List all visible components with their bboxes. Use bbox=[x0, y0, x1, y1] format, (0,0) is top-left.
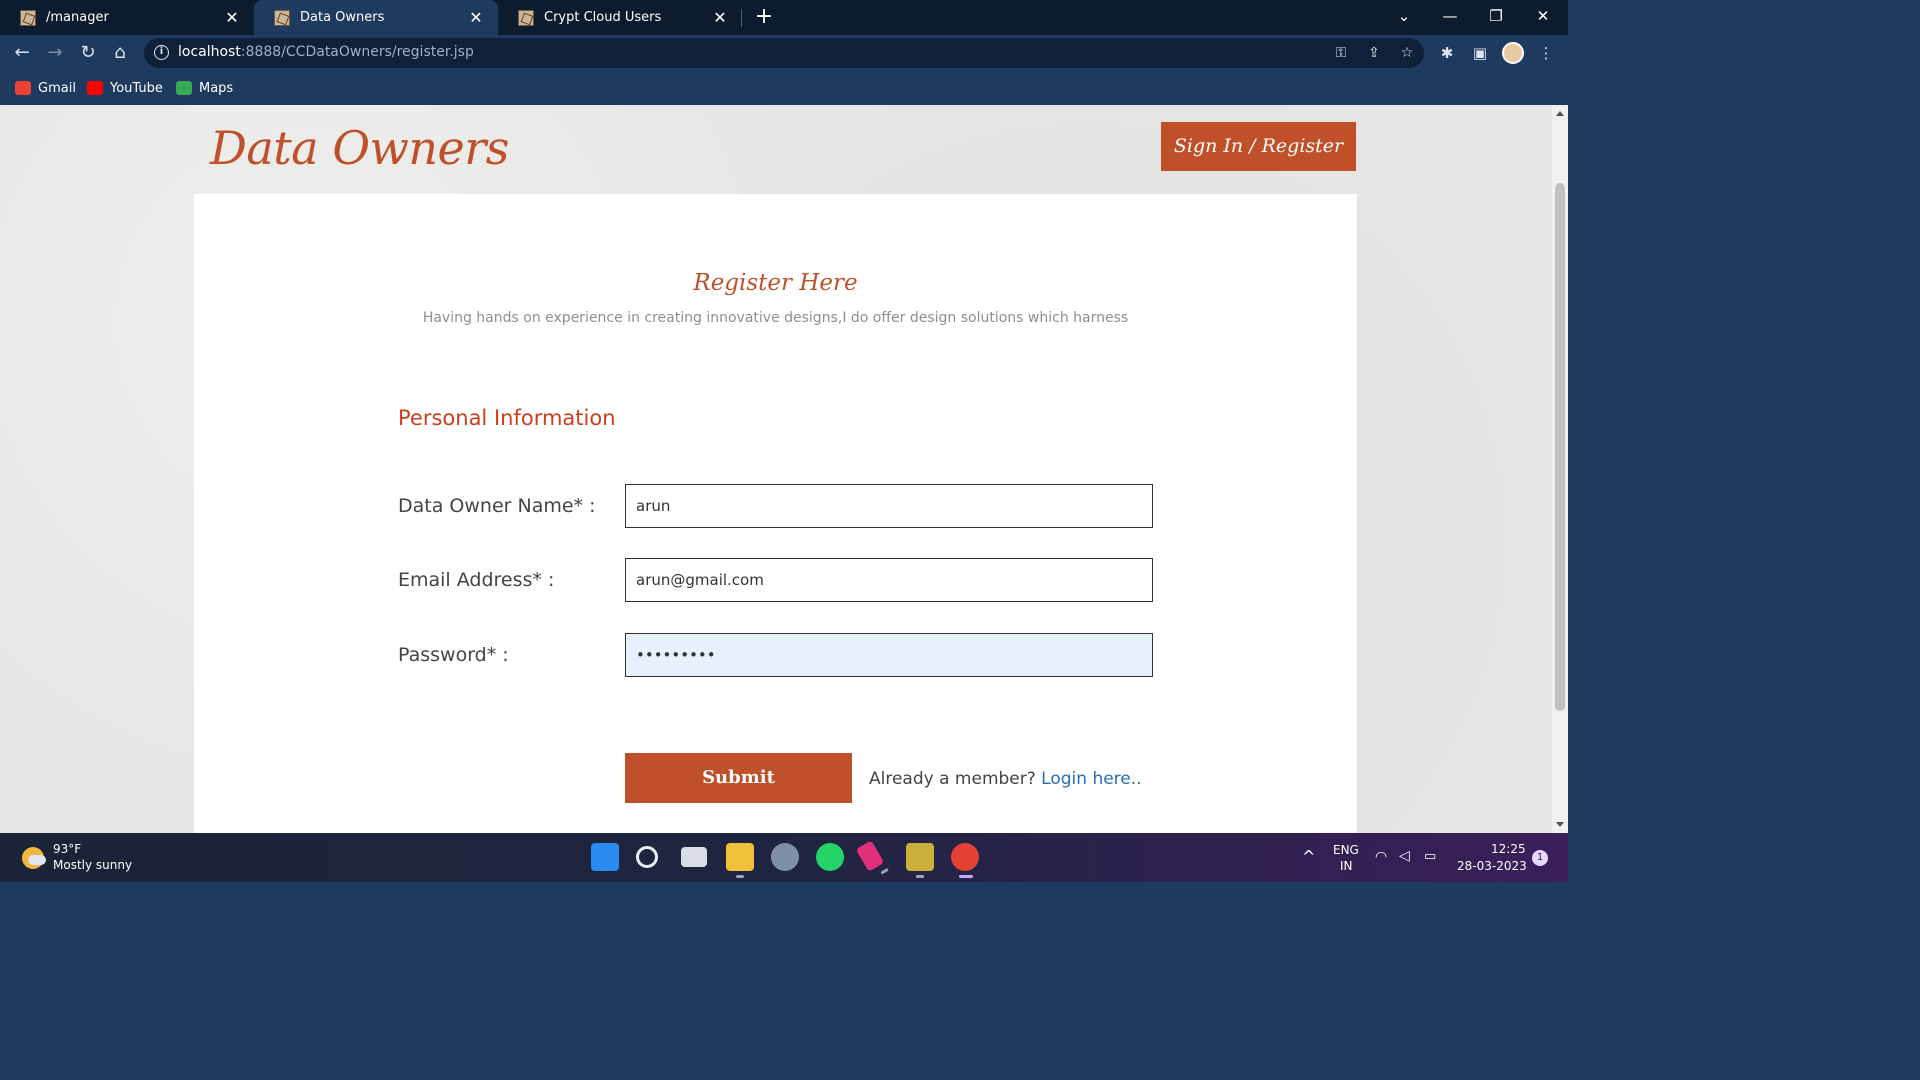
task-view-icon[interactable] bbox=[681, 847, 707, 867]
scroll-up-icon[interactable] bbox=[1556, 111, 1564, 116]
bookmark-label: Gmail bbox=[38, 80, 76, 96]
menu-icon[interactable]: ⋮ bbox=[1535, 42, 1557, 64]
home-icon[interactable]: ⌂ bbox=[106, 39, 134, 67]
side-panel-icon[interactable]: ▣ bbox=[1469, 42, 1491, 64]
close-icon[interactable]: ✕ bbox=[224, 8, 240, 27]
register-heading: Register Here bbox=[693, 270, 858, 296]
tab-title: Data Owners bbox=[300, 10, 385, 25]
extensions-icon[interactable]: ✱ bbox=[1436, 42, 1458, 64]
url-host: localhost bbox=[178, 44, 241, 60]
register-subtitle: Having hands on experience in creating i… bbox=[422, 310, 1129, 326]
sign-in-register-button[interactable]: Sign In / Register bbox=[1161, 122, 1356, 171]
bookmark-maps[interactable]: Maps bbox=[176, 78, 233, 98]
address-bar[interactable]: i localhost:8888/CCDataOwners/register.j… bbox=[144, 38, 1424, 68]
personal-information-heading: Personal Information bbox=[398, 406, 616, 430]
register-card: Register Here Having hands on experience… bbox=[194, 194, 1357, 833]
reload-icon[interactable]: ↻ bbox=[74, 39, 102, 67]
clock-date[interactable]: 28-03-2023 bbox=[1457, 859, 1527, 873]
url-text[interactable]: localhost:8888/CCDataOwners/register.jsp bbox=[178, 44, 474, 60]
owner-name-input[interactable] bbox=[625, 484, 1153, 528]
browser-toolbar: ← → ↻ ⌂ i localhost:8888/CCDataOwners/re… bbox=[0, 35, 1568, 71]
whatsapp-icon[interactable] bbox=[816, 843, 844, 871]
tab-title: /manager bbox=[46, 10, 109, 25]
wifi-icon[interactable]: ◠ bbox=[1375, 849, 1387, 865]
restore-button[interactable]: ❐ bbox=[1473, 0, 1519, 32]
battery-icon[interactable]: ▭ bbox=[1424, 849, 1436, 864]
start-windows-icon[interactable] bbox=[591, 843, 619, 871]
back-arrow-icon[interactable]: ← bbox=[8, 39, 36, 67]
file-explorer-icon[interactable] bbox=[726, 843, 754, 878]
site-favicon-icon bbox=[518, 9, 534, 26]
password-input[interactable] bbox=[625, 633, 1153, 677]
bookmarks-bar: Gmail YouTube Maps bbox=[0, 71, 1568, 105]
bookmark-label: YouTube bbox=[110, 80, 163, 96]
scroll-down-icon[interactable] bbox=[1556, 822, 1564, 827]
language-bottom[interactable]: IN bbox=[1340, 859, 1353, 873]
submit-button[interactable]: Submit bbox=[625, 753, 852, 803]
close-icon[interactable]: ✕ bbox=[712, 8, 728, 27]
email-label: Email Address* : bbox=[398, 569, 555, 591]
forward-arrow-icon[interactable]: → bbox=[41, 39, 69, 67]
site-title[interactable]: Data Owners bbox=[210, 121, 509, 175]
close-icon[interactable]: ✕ bbox=[468, 8, 484, 27]
key-icon[interactable]: ⚿ bbox=[1331, 43, 1351, 63]
weather-sun-icon[interactable] bbox=[22, 847, 46, 869]
clock-time[interactable]: 12:25 bbox=[1491, 842, 1526, 856]
new-tab-button[interactable]: + bbox=[752, 4, 776, 30]
profile-avatar[interactable] bbox=[1502, 42, 1524, 64]
bookmark-youtube[interactable]: YouTube bbox=[87, 78, 163, 98]
bookmark-gmail[interactable]: Gmail bbox=[15, 78, 76, 98]
page-viewport: Data Owners Sign In / Register Register … bbox=[0, 105, 1552, 833]
tab-strip: /manager ✕ Data Owners ✕ Crypt Cloud Use… bbox=[0, 0, 1568, 35]
maps-icon bbox=[176, 81, 192, 95]
tab-manager[interactable]: /manager ✕ bbox=[0, 0, 254, 35]
tab-separator bbox=[741, 9, 742, 27]
url-path: :8888/CCDataOwners/register.jsp bbox=[240, 44, 474, 60]
site-favicon-icon bbox=[274, 9, 290, 26]
language-top[interactable]: ENG bbox=[1333, 843, 1359, 857]
email-input[interactable] bbox=[625, 558, 1153, 602]
chevron-up-icon[interactable]: ^ bbox=[1302, 847, 1315, 866]
site-favicon-icon bbox=[20, 9, 36, 26]
close-window-button[interactable]: ✕ bbox=[1520, 0, 1566, 32]
tab-crypt-cloud-users[interactable]: Crypt Cloud Users ✕ bbox=[498, 0, 742, 35]
share-icon[interactable]: ⇪ bbox=[1364, 43, 1384, 63]
bookmark-label: Maps bbox=[199, 80, 234, 96]
login-link[interactable]: Login here.. bbox=[1041, 769, 1141, 789]
snipping-tool-icon[interactable] bbox=[855, 840, 885, 872]
notification-badge[interactable]: 1 bbox=[1532, 850, 1548, 866]
weather-temperature[interactable]: 93°F bbox=[53, 842, 81, 856]
chrome-icon[interactable] bbox=[951, 843, 979, 878]
star-icon[interactable]: ☆ bbox=[1397, 43, 1417, 63]
member-prompt: Already a member? bbox=[869, 769, 1036, 789]
already-member-text: Already a member? Login here.. bbox=[869, 769, 1142, 789]
page-scrollbar[interactable] bbox=[1552, 105, 1568, 833]
password-label: Password* : bbox=[398, 644, 509, 666]
youtube-icon bbox=[87, 81, 103, 95]
search-icon[interactable] bbox=[636, 846, 658, 868]
volume-icon[interactable]: ◁ bbox=[1399, 848, 1410, 864]
owner-name-label: Data Owner Name* : bbox=[398, 495, 596, 517]
app-cubes-icon[interactable] bbox=[906, 843, 934, 878]
weather-description[interactable]: Mostly sunny bbox=[53, 858, 132, 872]
gmail-icon bbox=[15, 81, 31, 95]
tab-title: Crypt Cloud Users bbox=[544, 10, 662, 25]
settings-gear-icon[interactable] bbox=[771, 843, 799, 871]
tab-search-icon[interactable]: ⌄ bbox=[1381, 0, 1427, 32]
scrollbar-thumb[interactable] bbox=[1555, 183, 1565, 711]
tab-data-owners[interactable]: Data Owners ✕ bbox=[254, 0, 498, 35]
windows-taskbar: 93°F Mostly sunny ^ ENG IN ◠ ◁ ▭ 12:25 2… bbox=[0, 833, 1568, 882]
site-info-icon[interactable]: i bbox=[154, 45, 169, 60]
minimize-button[interactable]: — bbox=[1427, 0, 1473, 32]
